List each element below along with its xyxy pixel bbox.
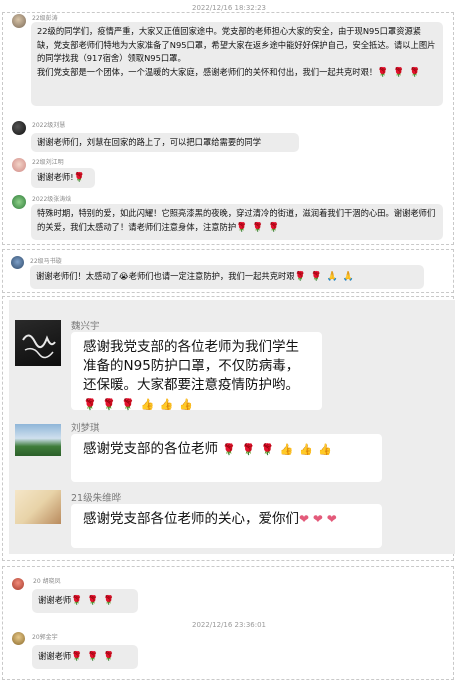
rose-emoji-icon: 🌹 🌹 🌹 (236, 222, 281, 233)
message-bubble[interactable]: 谢谢老师!🌹 (31, 168, 95, 188)
user-avatar[interactable] (12, 632, 25, 645)
user-avatar (15, 490, 61, 524)
message-bubble[interactable]: 谢谢老师们！太感动了😭老师们也请一定注意防护，我们一起共克时艰🌹 🌹 🙏 🙏 (30, 265, 424, 289)
message-bubble[interactable]: 22级的同学们，疫情严重，大家又正值回家途中。党支部的老师担心大家的安全，由于现… (31, 22, 443, 106)
rose-emoji-icon: 🌹 (73, 173, 86, 183)
message-bubble[interactable]: 谢谢老师🌹 🌹 🌹 (32, 589, 138, 613)
message-text: 感谢党支部各位老师的关心，爱你们 (83, 511, 299, 527)
message-bubble: 感谢党支部各位老师的关心，爱你们❤ ❤ ❤ (71, 504, 382, 548)
message-text: 谢谢老师们，刘慧在回家的路上了，可以把口罩给需要的同学 (37, 137, 262, 147)
sender-name: 22级刘江明 (32, 159, 64, 166)
message-text-2: 我们党支部是一个团体，一个温暖的大家庭，感谢老师们的关怀和付出，我们一起共克时艰… (37, 66, 378, 77)
user-avatar[interactable] (12, 578, 24, 590)
embedded-chat-screenshot[interactable]: 魏兴宇 感谢我党支部的各位老师为我们学生准备的N95防护口罩，不仅防病毒，还保暖… (9, 300, 455, 554)
message-text: 谢谢老师 (38, 595, 72, 605)
chat-export-page: 2022/12/16 18:32:23 22级彭涛 22级的同学们，疫情严重，大… (0, 0, 458, 684)
message-bubble[interactable]: 谢谢老师🌹 🌹 🌹 (32, 645, 138, 669)
message-text: 22级的同学们，疫情严重，大家又正值回家途中。党支部的老师担心大家的安全，由于现… (37, 26, 436, 63)
sender-name: 刘梦琪 (71, 423, 100, 434)
rose-emoji-icon: 🌹 🌹 🌹 (71, 652, 116, 662)
sender-name: 20 胡晓凤 (33, 578, 61, 585)
emoji-row: 🌹 🌹 🌹 👍 👍 👍 (83, 398, 194, 411)
message-text: 谢谢老师 (38, 651, 72, 661)
message-bubble[interactable]: 谢谢老师们，刘慧在回家的路上了，可以把口罩给需要的同学 (31, 133, 299, 152)
sender-name: 22级马书璇 (30, 258, 62, 265)
timestamp: 2022/12/16 23:36:01 (191, 621, 266, 629)
heart-emoji-icon: ❤ ❤ ❤ (299, 512, 337, 526)
sender-name: 2022级张涛焓 (32, 196, 72, 203)
message-bubble: 感谢党支部的各位老师 🌹 🌹 🌹 👍 👍 👍 (71, 434, 382, 482)
user-avatar[interactable] (12, 158, 26, 172)
message-bubble[interactable]: 特殊时期，特别的爱，如此闪耀！它照亮漆黑的夜晚，穿过清冷的街道，滋润着我们干涸的… (31, 204, 443, 240)
calligraphy-icon (22, 334, 56, 359)
user-avatar (15, 320, 61, 366)
sender-name: 2022级刘慧 (32, 122, 66, 129)
message-text: 感谢党支部的各位老师 (83, 441, 218, 457)
message-text: 谢谢老师! (37, 172, 74, 182)
message-bubble: 感谢我党支部的各位老师为我们学生准备的N95防护口罩，不仅防病毒，还保暖。大家都… (71, 332, 322, 411)
message-text: 谢谢老师们！太感动了😭老师们也请一定注意防护，我们一起共克时艰 (36, 271, 295, 281)
sender-name: 魏兴宇 (71, 321, 100, 332)
rose-emoji-icon: 🌹 🌹 🌹 (71, 596, 116, 606)
user-avatar[interactable] (12, 195, 26, 209)
sender-name: 20郭金宇 (32, 634, 58, 641)
user-avatar[interactable] (11, 256, 24, 269)
emoji-row: 🌹 🌹 🌹 👍 👍 👍 (222, 443, 333, 456)
sender-name: 21级朱维晔 (71, 493, 122, 504)
rose-emoji-icon: 🌹 🌹 🌹 (377, 67, 422, 78)
user-avatar[interactable] (12, 14, 26, 28)
message-text: 感谢我党支部的各位老师为我们学生准备的N95防护口罩，不仅防病毒，还保暖。大家都… (83, 339, 300, 393)
sender-name: 22级彭涛 (32, 15, 58, 22)
timestamp: 2022/12/16 18:32:23 (191, 4, 266, 12)
rose-emoji-icon: 🌹 🌹 🙏 🙏 (294, 272, 356, 282)
user-avatar (15, 424, 61, 456)
user-avatar[interactable] (12, 121, 26, 135)
